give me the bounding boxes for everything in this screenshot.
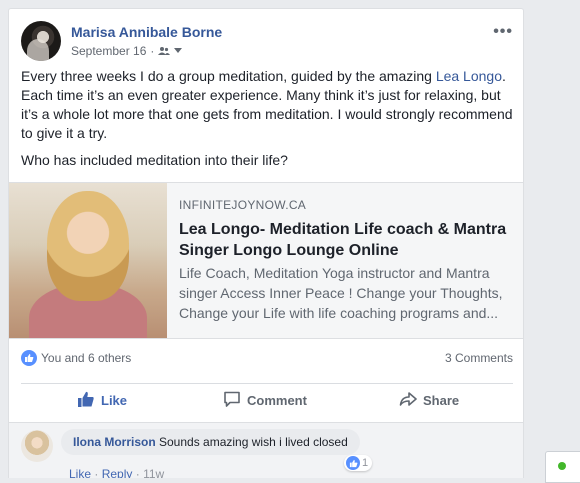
comment-actions: Like · Reply · 11w	[69, 467, 164, 478]
comment-timestamp[interactable]: 11w	[143, 467, 164, 478]
comment-like-link[interactable]: Like	[69, 467, 91, 478]
comment-reaction-count: 1	[362, 457, 369, 469]
link-description: Life Coach, Meditation Yoga instructor a…	[179, 265, 503, 321]
mention-link[interactable]: Lea Longo	[436, 68, 502, 84]
thumbs-up-icon	[77, 390, 95, 411]
likes-text: You and 6 others	[41, 351, 132, 365]
post-card: Marisa Annibale Borne September 16 · •••…	[8, 8, 524, 478]
meta-separator: ·	[150, 44, 155, 58]
like-button[interactable]: Like	[77, 384, 127, 416]
post-paragraph-1: Every three weeks I do a group meditatio…	[21, 68, 513, 141]
commenter-name[interactable]: Ilona Morrison	[73, 435, 156, 449]
reaction-stats: You and 6 others 3 Comments	[21, 346, 513, 368]
likes-summary[interactable]: You and 6 others	[21, 350, 131, 366]
more-options-button[interactable]: •••	[493, 23, 513, 41]
share-button[interactable]: Share	[399, 384, 459, 416]
link-preview-image[interactable]	[9, 183, 167, 338]
comment-button[interactable]: Comment	[223, 384, 307, 416]
chevron-down-icon[interactable]	[174, 48, 183, 54]
online-status-icon	[558, 462, 566, 470]
post-paragraph-2: Who has included meditation into their l…	[21, 152, 288, 168]
commenter-avatar[interactable]	[21, 430, 53, 462]
post-actions: Like Comment Share	[21, 383, 513, 416]
comment-reply-link[interactable]: Reply	[102, 467, 133, 478]
post-date[interactable]: September 16	[71, 44, 146, 58]
like-reaction-icon	[21, 350, 37, 366]
like-reaction-icon	[346, 456, 360, 470]
share-icon	[399, 390, 417, 411]
post-text: Every three weeks I do a group meditatio…	[21, 67, 515, 178]
author-avatar[interactable]	[21, 21, 61, 61]
comments-count[interactable]: 3 Comments	[445, 351, 513, 365]
friends-icon[interactable]	[158, 46, 171, 56]
link-title[interactable]: Lea Longo- Meditation Life coach & Mantr…	[179, 219, 509, 261]
author-name[interactable]: Marisa Annibale Borne	[71, 24, 222, 40]
post-header: Marisa Annibale Borne September 16 · •••	[21, 21, 513, 65]
link-preview[interactable]: INFINITEJOYNOW.CA Lea Longo- Meditation …	[9, 182, 523, 339]
link-domain: INFINITEJOYNOW.CA	[179, 198, 307, 212]
comment-reactions[interactable]: 1	[344, 455, 373, 471]
comments-section: Ilona Morrison Sounds amazing wish i liv…	[9, 422, 523, 478]
comment-icon	[223, 390, 241, 411]
comment-text: Sounds amazing wish i lived closed	[155, 435, 348, 449]
chat-tab[interactable]	[545, 451, 580, 483]
post-meta: September 16 ·	[71, 44, 183, 58]
comment-bubble: Ilona Morrison Sounds amazing wish i liv…	[61, 429, 360, 455]
